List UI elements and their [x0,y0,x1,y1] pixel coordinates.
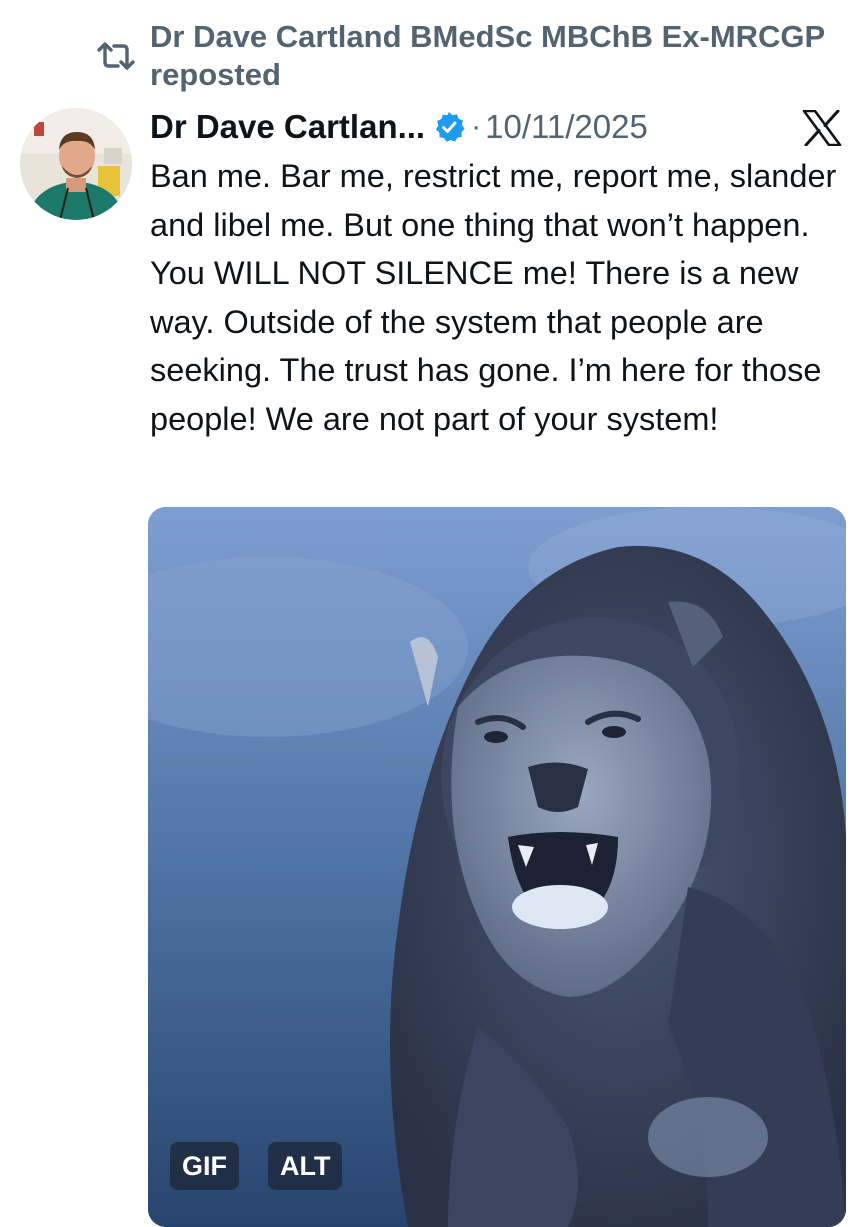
author-name[interactable]: Dr Dave Cartlan... [150,108,425,146]
avatar[interactable] [20,108,132,220]
gif-badge[interactable]: GIF [170,1142,239,1190]
separator-dot: · [471,110,482,143]
post-text: Ban me. Bar me, restrict me, report me, … [150,158,837,437]
post-header: Dr Dave Cartlan... · 10/11/2025 [150,104,850,150]
x-logo-icon[interactable] [802,110,842,146]
verified-badge-icon [436,112,465,142]
gif-media[interactable] [148,507,846,1227]
post-date[interactable]: 10/11/2025 [485,108,648,146]
repost-label[interactable]: Dr Dave Cartland BMedSc MBChB Ex-MRCGP r… [150,18,830,94]
repost-icon [97,42,135,70]
alt-text-button[interactable]: ALT [268,1142,343,1190]
